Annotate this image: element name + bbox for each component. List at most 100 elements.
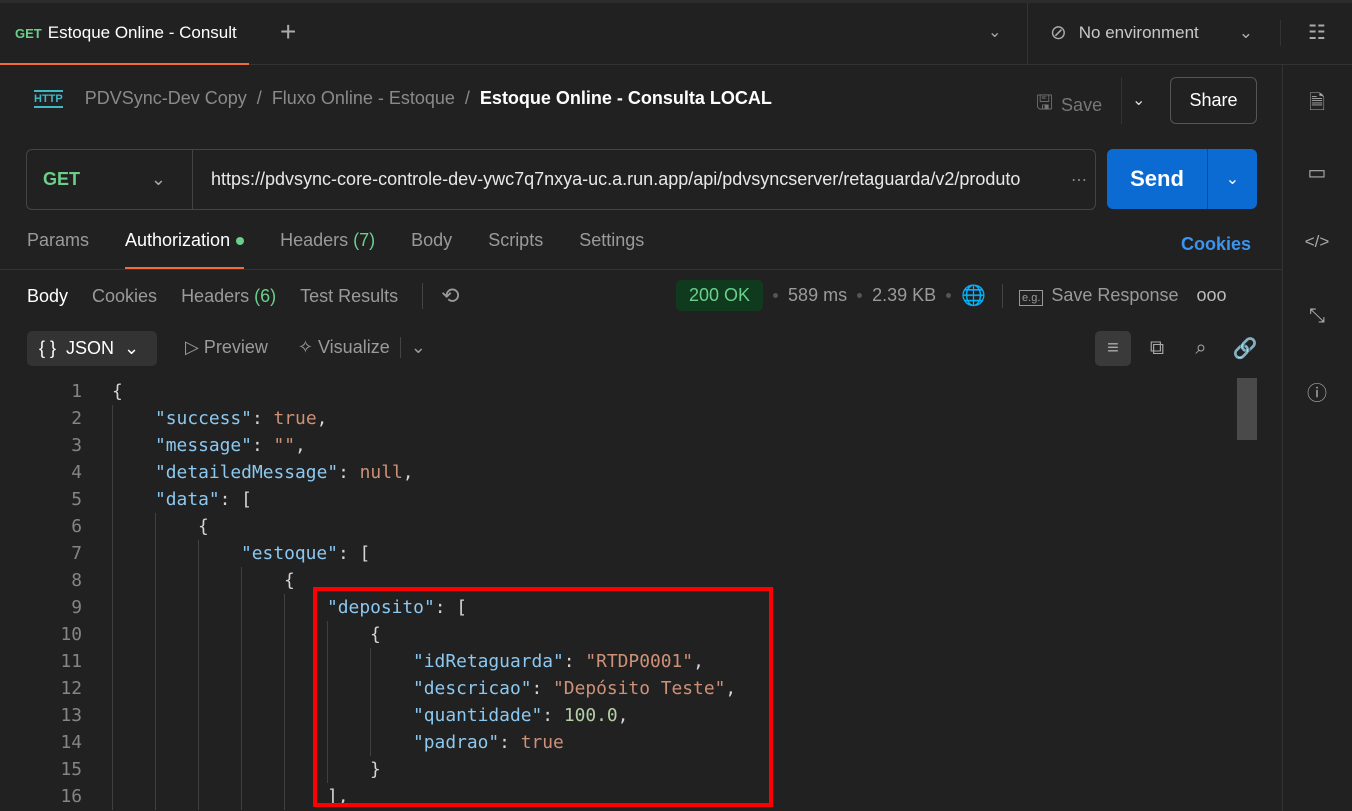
indent-guide: [241, 756, 242, 783]
search-icon[interactable]: ⌕: [1183, 331, 1219, 366]
http-icon: HTTP: [34, 89, 63, 108]
indent-guide: [198, 729, 199, 756]
history-icon[interactable]: ⟲: [422, 283, 460, 309]
url-input[interactable]: https://pdvsync-core-controle-dev-ywc7q7…: [193, 169, 1063, 190]
tab-response-headers[interactable]: Headers (6): [181, 286, 276, 307]
documentation-icon[interactable]: 🗎: [1300, 88, 1334, 122]
line-number: 12: [60, 678, 82, 699]
cookies-link[interactable]: Cookies: [1181, 234, 1251, 255]
tab-label: Headers: [280, 230, 349, 250]
tab-params[interactable]: Params: [27, 230, 89, 269]
code-token: : [: [219, 489, 252, 510]
response-status: 200 OK 589 ms 2.39 KB 🌐 e.g. Save Respons…: [676, 280, 1227, 311]
indent-guide: [155, 702, 156, 729]
indent-guide: [284, 756, 285, 783]
indent-guide: [112, 513, 113, 540]
code-token: :: [251, 435, 274, 456]
divider: [0, 269, 1282, 270]
send-button[interactable]: Send: [1107, 149, 1208, 209]
comments-icon[interactable]: ▭: [1300, 160, 1334, 185]
line-number: 16: [60, 786, 82, 807]
breadcrumb-collection[interactable]: PDVSync-Dev Copy: [85, 88, 247, 109]
indent-guide: [112, 675, 113, 702]
line-number: 3: [71, 435, 82, 456]
wrap-lines-icon[interactable]: ≡: [1095, 331, 1131, 366]
related-collapse-icon[interactable]: ⤡: [1300, 305, 1334, 328]
view-options: ▷ Preview ✧ Visualize ⌄: [185, 337, 426, 358]
tab-authorization[interactable]: Authorization: [125, 230, 245, 269]
tab-body[interactable]: Body: [411, 230, 452, 269]
save-response-label: Save Response: [1051, 285, 1179, 305]
page-title: Estoque Online - Consulta LOCAL: [479, 88, 772, 108]
indent-guide: [112, 405, 113, 432]
new-tab-plus-icon[interactable]: +: [280, 18, 296, 46]
indent-guide: [155, 675, 156, 702]
code-text: {: [112, 378, 123, 405]
more-icon: ⋯: [1071, 171, 1087, 189]
right-sidebar-divider: [1282, 65, 1283, 811]
tab-label: Headers: [181, 285, 250, 306]
request-tab[interactable]: GET Estoque Online - Consult: [0, 3, 249, 65]
save-response-button[interactable]: e.g. Save Response: [1019, 285, 1178, 306]
divider: [1027, 3, 1028, 65]
network-warning-icon[interactable]: 🌐: [961, 283, 986, 308]
share-button[interactable]: Share: [1170, 77, 1257, 124]
no-environment-icon: ⊘: [1050, 22, 1067, 44]
indent-guide: [112, 756, 113, 783]
visualize-chevron-icon[interactable]: ⌄: [399, 337, 426, 358]
code-line: 3 "message": "",: [0, 432, 1236, 459]
code-line: 2 "success": true,: [0, 405, 1236, 432]
line-number: 4: [71, 462, 82, 483]
indent-guide: [284, 621, 285, 648]
tab-count: (7): [353, 230, 376, 250]
send-options-chevron-icon[interactable]: ⌄: [1208, 149, 1257, 209]
tab-headers[interactable]: Headers (7): [280, 230, 375, 269]
send-button-group: Send ⌄: [1107, 149, 1257, 209]
tab-response-body[interactable]: Body: [27, 286, 68, 307]
chevron-down-icon: ⌄: [1238, 22, 1254, 42]
response-time: 589 ms: [788, 285, 848, 305]
tab-scripts[interactable]: Scripts: [488, 230, 543, 269]
tab-settings[interactable]: Settings: [579, 230, 644, 269]
line-number: 11: [60, 651, 82, 672]
indent-guide: [112, 486, 113, 513]
scrollbar[interactable]: [1237, 378, 1257, 440]
indent-guide: [155, 540, 156, 567]
preview-button[interactable]: ▷ Preview: [185, 337, 268, 358]
indent-guide: [284, 702, 285, 729]
indent-guide: [112, 459, 113, 486]
method-select[interactable]: GET ⌄: [27, 150, 193, 209]
code-token: {: [284, 570, 295, 591]
line-number: 5: [71, 489, 82, 510]
indent-guide: [155, 729, 156, 756]
copy-icon[interactable]: ⧉: [1139, 331, 1175, 366]
tabs-chevron-down-icon[interactable]: ⌄: [988, 22, 1001, 42]
format-select[interactable]: { } JSON ⌄: [27, 331, 157, 366]
indent-guide: [155, 594, 156, 621]
code-text: "success": true,: [155, 405, 327, 432]
indent-guide: [112, 432, 113, 459]
response-toolbar: ≡ ⧉ ⌕ 🔗: [1095, 331, 1263, 366]
code-token: "detailedMessage": [155, 462, 339, 483]
code-token: "message": [155, 435, 252, 456]
save-options-chevron-icon[interactable]: ⌄: [1132, 90, 1145, 110]
code-icon[interactable]: </>: [1300, 232, 1334, 252]
variables-icon[interactable]: ☷: [1300, 20, 1334, 45]
indent-guide: [198, 648, 199, 675]
environment-selector[interactable]: ⊘ No environment ⌄: [1050, 20, 1253, 45]
visualize-button[interactable]: ✧ Visualize: [298, 337, 390, 358]
tab-response-cookies[interactable]: Cookies: [92, 286, 157, 307]
info-icon[interactable]: ⓘ: [1300, 377, 1334, 406]
separator: [857, 293, 863, 298]
tab-test-results[interactable]: Test Results: [300, 286, 398, 307]
code-token: :: [338, 462, 360, 483]
breadcrumb: HTTP PDVSync-Dev Copy / Fluxo Online - Es…: [34, 88, 772, 109]
indent-guide: [155, 567, 156, 594]
save-button[interactable]: 🖫 Save: [1036, 88, 1102, 122]
more-options-icon[interactable]: ooo: [1196, 285, 1226, 306]
breadcrumb-separator: /: [256, 88, 262, 108]
breadcrumb-folder[interactable]: Fluxo Online - Estoque: [272, 88, 455, 109]
highlight-box: [313, 587, 773, 807]
code-token: :: [251, 408, 274, 429]
link-icon[interactable]: 🔗: [1227, 331, 1263, 366]
